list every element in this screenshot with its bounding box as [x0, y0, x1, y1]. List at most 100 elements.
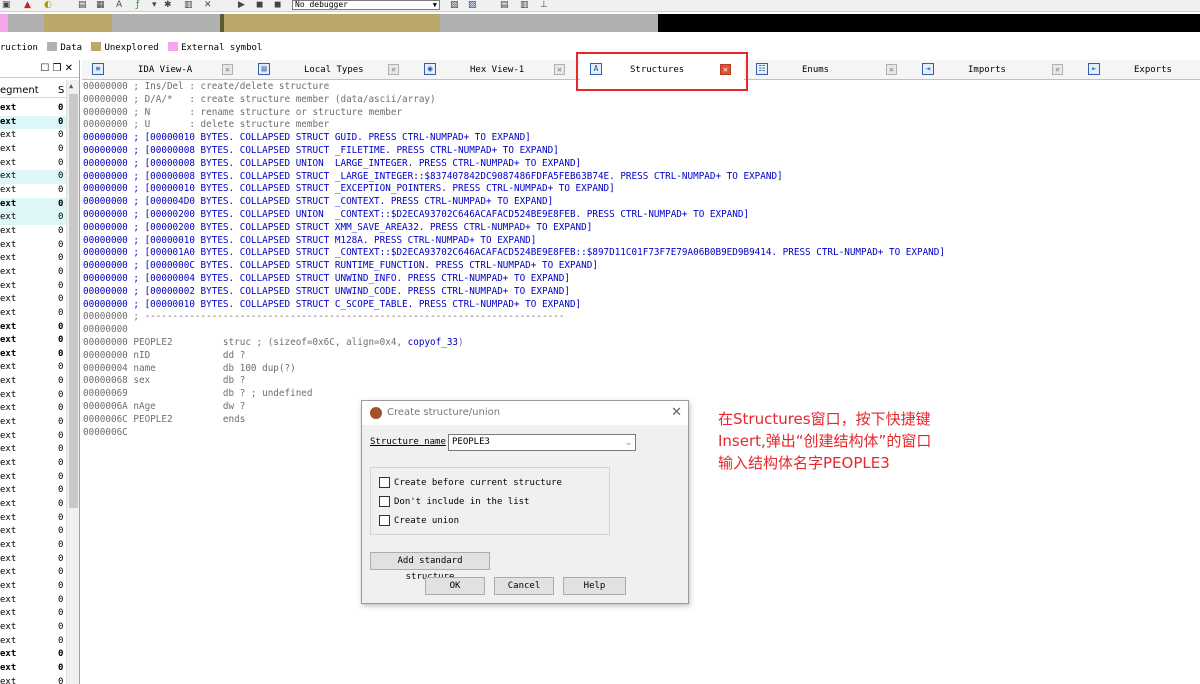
- segment-row[interactable]: ext 0: [0, 553, 66, 567]
- segment-row[interactable]: ext 0: [0, 157, 66, 171]
- segment-row[interactable]: ext 0: [0, 239, 66, 253]
- cut-icon[interactable]: ✕: [204, 0, 212, 10]
- tab-imports[interactable]: ⇥ Imports ✕: [912, 60, 1076, 80]
- segment-row[interactable]: ext 0: [0, 266, 66, 280]
- segment-row[interactable]: ext 0: [0, 594, 66, 608]
- listing-line[interactable]: 00000068 sex db ?: [83, 375, 1200, 388]
- listing-line[interactable]: 00000000 ; [0000000C BYTES. COLLAPSED ST…: [83, 260, 1200, 273]
- tab-hex-view-1[interactable]: ◉ Hex View-1 ✕: [414, 60, 578, 80]
- listing-line[interactable]: 00000000 ; [00000002 BYTES. COLLAPSED ST…: [83, 286, 1200, 299]
- tab-ida-view-a[interactable]: ≡ IDA View-A ✕: [82, 60, 246, 80]
- checkbox-box[interactable]: [379, 477, 390, 488]
- segment-row[interactable]: ext 0: [0, 361, 66, 375]
- segment-row[interactable]: ext 0: [0, 143, 66, 157]
- debug-options-icon[interactable]: ▨: [468, 0, 477, 10]
- segment-row[interactable]: ext 0: [0, 607, 66, 621]
- close-tab-icon[interactable]: ✕: [222, 64, 233, 75]
- ok-button[interactable]: OK: [425, 577, 485, 595]
- navigation-band[interactable]: [0, 14, 1200, 32]
- segment-row[interactable]: ext 0: [0, 484, 66, 498]
- segment-row[interactable]: ext 0: [0, 389, 66, 403]
- listing-line[interactable]: 00000000 ; [000001A0 BYTES. COLLAPSED ST…: [83, 247, 1200, 260]
- structures-listing[interactable]: 00000000 ; Ins/Del : create/delete struc…: [83, 81, 1200, 439]
- segment-row[interactable]: ext 0: [0, 293, 66, 307]
- segment-row[interactable]: ext 0: [0, 225, 66, 239]
- segment-row[interactable]: ext 0: [0, 580, 66, 594]
- segment-row[interactable]: ext 0: [0, 252, 66, 266]
- play-icon[interactable]: ▶: [238, 0, 245, 10]
- debugger-select[interactable]: No debugger ▼: [292, 0, 440, 10]
- segment-row[interactable]: ext 0: [0, 566, 66, 580]
- scrollbar-thumb[interactable]: [69, 94, 78, 508]
- segment-row[interactable]: ext 0: [0, 539, 66, 553]
- tab-exports[interactable]: ⇤ Exports: [1078, 60, 1200, 80]
- segment-row[interactable]: ext 0: [0, 443, 66, 457]
- listing-line[interactable]: 00000000 ; -----------------------------…: [83, 311, 1200, 324]
- segment-row[interactable]: ext 0: [0, 525, 66, 539]
- help-button[interactable]: Help: [563, 577, 626, 595]
- close-tab-icon[interactable]: ✕: [388, 64, 399, 75]
- graph-icon[interactable]: ▤: [78, 0, 87, 10]
- stop-icon[interactable]: ◼: [274, 0, 281, 10]
- close-tab-icon[interactable]: ✕: [554, 64, 565, 75]
- segment-row[interactable]: ext 0: [0, 498, 66, 512]
- list-icon[interactable]: ▤: [500, 0, 509, 10]
- segment-row[interactable]: ext 0: [0, 170, 66, 184]
- listing-line[interactable]: 00000000 ; [00000008 BYTES. COLLAPSED UN…: [83, 158, 1200, 171]
- warning-icon[interactable]: ▲: [24, 0, 31, 10]
- close-tab-icon[interactable]: ✕: [886, 64, 897, 75]
- listing-line[interactable]: 00000000 ; [00000004 BYTES. COLLAPSED ST…: [83, 273, 1200, 286]
- tab-local-types[interactable]: ▤ Local Types ✕: [248, 60, 412, 80]
- listing-line[interactable]: 00000000 ; [00000010 BYTES. COLLAPSED ST…: [83, 299, 1200, 312]
- new-file-icon[interactable]: ▣: [2, 0, 11, 10]
- segment-row[interactable]: ext 0: [0, 280, 66, 294]
- panel-controls-icons[interactable]: ☐ ❒ ✕: [40, 63, 73, 74]
- segment-row[interactable]: ext 0: [0, 416, 66, 430]
- structure-name-input[interactable]: PEOPLE3 ⌵: [448, 434, 636, 451]
- segment-row[interactable]: ext 0: [0, 635, 66, 649]
- segments-scrollbar[interactable]: ▲: [66, 80, 79, 684]
- listing-line[interactable]: 00000000 ; [00000008 BYTES. COLLAPSED ST…: [83, 171, 1200, 184]
- listing-line[interactable]: 00000069 db ? ; undefined: [83, 388, 1200, 401]
- structure-link[interactable]: copyof_33: [408, 337, 458, 348]
- listing-line[interactable]: 00000000 ; [00000200 BYTES. COLLAPSED UN…: [83, 209, 1200, 222]
- search-icon[interactable]: ◐: [44, 0, 52, 10]
- listing-line[interactable]: 00000000: [83, 324, 1200, 337]
- listing-line[interactable]: 00000000 ; [000004D0 BYTES. COLLAPSED ST…: [83, 196, 1200, 209]
- close-tab-icon[interactable]: ✕: [1052, 64, 1063, 75]
- segment-row[interactable]: ext 0: [0, 129, 66, 143]
- tab-enums[interactable]: ☷ Enums ✕: [746, 60, 910, 80]
- column-s[interactable]: S: [58, 85, 64, 96]
- debug-settings-icon[interactable]: ▧: [450, 0, 459, 10]
- checkbox-box[interactable]: [379, 496, 390, 507]
- segment-row[interactable]: ext 0: [0, 211, 66, 225]
- segment-row[interactable]: ext 0: [0, 676, 66, 684]
- segment-row[interactable]: ext 0: [0, 648, 66, 662]
- listing-line[interactable]: 00000000 ; Ins/Del : create/delete struc…: [83, 81, 1200, 94]
- star-icon[interactable]: ✱: [164, 0, 172, 10]
- scroll-up-icon[interactable]: ▲: [69, 82, 73, 90]
- segment-row[interactable]: ext 0: [0, 307, 66, 321]
- segment-row[interactable]: ext 0: [0, 197, 66, 212]
- listing-line[interactable]: 00000000 ; U : delete structure member: [83, 119, 1200, 132]
- struct-icon[interactable]: A: [116, 0, 122, 10]
- listing-line[interactable]: 00000000 ; [00000010 BYTES. COLLAPSED ST…: [83, 235, 1200, 248]
- segment-row[interactable]: ext 0: [0, 621, 66, 635]
- listing-line[interactable]: 00000000 ; [00000200 BYTES. COLLAPSED ST…: [83, 222, 1200, 235]
- panel-controls[interactable]: ☐ ❒ ✕: [0, 60, 79, 78]
- close-icon[interactable]: ✕: [671, 401, 682, 425]
- arrow-icon[interactable]: ▾: [152, 0, 157, 10]
- listing-line[interactable]: 00000000 ; [00000008 BYTES. COLLAPSED ST…: [83, 145, 1200, 158]
- segment-row[interactable]: ext 0: [0, 402, 66, 416]
- add-standard-structure-button[interactable]: Add standard structure: [370, 552, 490, 582]
- edit-icon[interactable]: ▥: [520, 0, 529, 10]
- segment-row[interactable]: ext 0: [0, 457, 66, 471]
- listing-line[interactable]: 00000000 ; [00000010 BYTES. COLLAPSED ST…: [83, 132, 1200, 145]
- column-segment[interactable]: egment: [0, 85, 39, 96]
- listing-line[interactable]: 00000000 ; N : rename structure or struc…: [83, 107, 1200, 120]
- listing-line[interactable]: 00000004 name db 100 dup(?): [83, 363, 1200, 376]
- segment-row[interactable]: ext 0: [0, 184, 66, 198]
- cancel-button[interactable]: Cancel: [494, 577, 554, 595]
- segment-row[interactable]: ext 0: [0, 512, 66, 526]
- segment-row[interactable]: ext 0: [0, 334, 66, 348]
